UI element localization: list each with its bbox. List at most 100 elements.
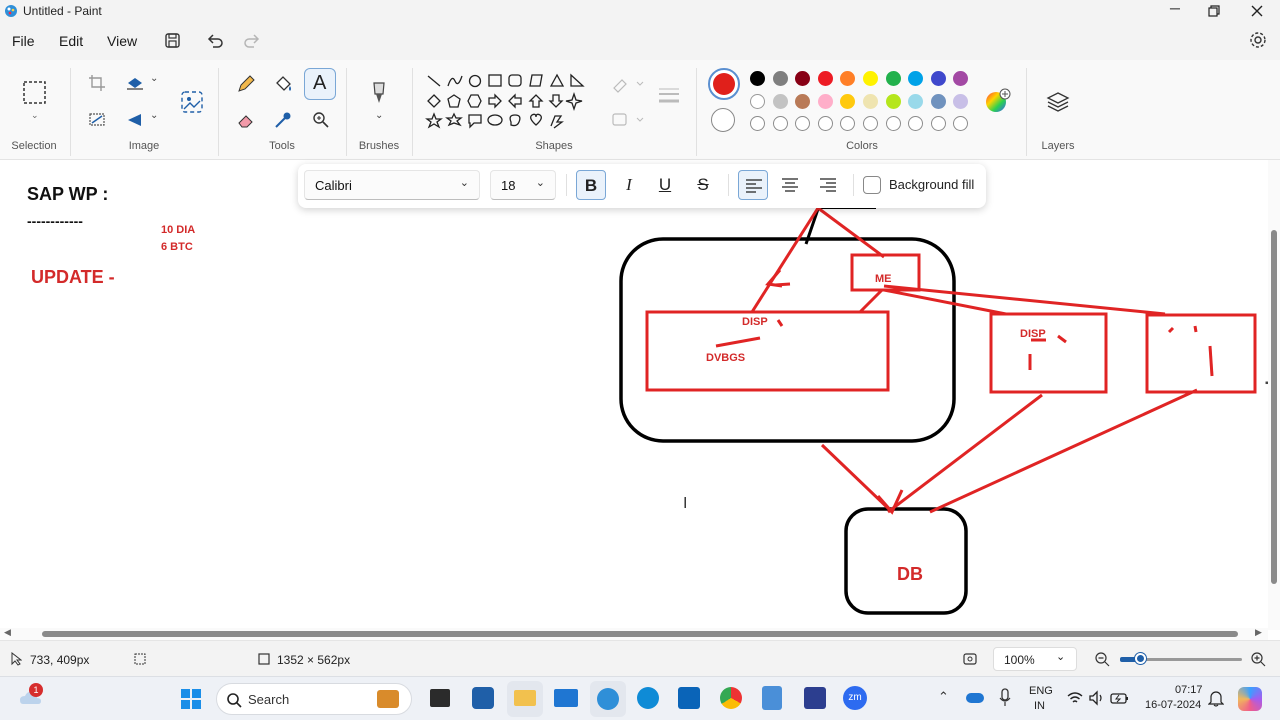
clock-date[interactable]: 16-07-2024 bbox=[1145, 699, 1201, 711]
selection-rectangle-icon[interactable] bbox=[22, 80, 48, 106]
menu-file[interactable]: File bbox=[12, 33, 35, 49]
color-swatch[interactable] bbox=[908, 71, 924, 86]
settings-gear-icon[interactable] bbox=[1249, 31, 1267, 49]
wifi-icon[interactable] bbox=[1066, 690, 1084, 706]
font-size-select[interactable]: 18 ⌄ bbox=[490, 170, 556, 200]
align-right-button[interactable] bbox=[813, 170, 843, 200]
image-insert-icon[interactable] bbox=[180, 90, 204, 114]
color-swatch[interactable] bbox=[930, 71, 946, 86]
menu-view[interactable]: View bbox=[107, 33, 137, 49]
pencil-icon[interactable] bbox=[236, 74, 256, 94]
mail-icon[interactable] bbox=[554, 689, 578, 707]
color-swatch[interactable] bbox=[750, 93, 765, 109]
color-swatch[interactable] bbox=[772, 116, 788, 131]
close-button[interactable] bbox=[1250, 4, 1264, 18]
restore-button[interactable] bbox=[1207, 4, 1221, 18]
copilot-icon[interactable] bbox=[1238, 687, 1262, 711]
shapes-gallery[interactable] bbox=[424, 72, 604, 130]
align-left-button[interactable] bbox=[738, 170, 768, 200]
color-swatch[interactable] bbox=[817, 71, 833, 86]
eraser-icon[interactable] bbox=[236, 110, 256, 130]
background-fill-checkbox[interactable] bbox=[863, 176, 881, 194]
onedrive-icon[interactable] bbox=[966, 693, 984, 703]
scroll-right-arrow-icon[interactable]: ▶ bbox=[1255, 627, 1262, 638]
color-swatch[interactable] bbox=[885, 71, 901, 86]
taskbar-search-box[interactable]: Search bbox=[216, 683, 412, 715]
fill-bucket-icon[interactable] bbox=[273, 74, 293, 94]
bold-button[interactable]: B bbox=[576, 170, 606, 200]
italic-button[interactable]: I bbox=[614, 170, 644, 200]
resize-icon[interactable] bbox=[126, 74, 144, 92]
select-transparent-icon[interactable] bbox=[88, 111, 106, 129]
language-region[interactable]: IN bbox=[1034, 700, 1045, 712]
color-swatch[interactable] bbox=[750, 116, 765, 131]
layers-icon[interactable] bbox=[1046, 90, 1070, 114]
underline-button[interactable]: U bbox=[650, 170, 680, 200]
fit-to-window-icon[interactable] bbox=[962, 651, 978, 667]
align-center-button[interactable] bbox=[775, 170, 805, 200]
font-family-select[interactable]: Calibri ⌄ bbox=[304, 170, 480, 200]
windows-start-icon[interactable] bbox=[180, 688, 202, 710]
vertical-scrollbar[interactable] bbox=[1268, 160, 1280, 630]
undo-icon[interactable] bbox=[206, 32, 224, 50]
zoom-in-icon[interactable] bbox=[1250, 651, 1266, 667]
store-app-icon[interactable] bbox=[472, 687, 494, 709]
color-swatch[interactable] bbox=[863, 93, 878, 109]
color-swatch[interactable] bbox=[953, 116, 969, 131]
magnifier-icon[interactable] bbox=[311, 110, 331, 130]
selection-chevron-icon[interactable]: ⌄ bbox=[31, 110, 39, 121]
show-hidden-icons-icon[interactable]: ⌃ bbox=[938, 689, 949, 705]
color-swatch[interactable] bbox=[953, 93, 969, 109]
notepad-icon[interactable] bbox=[762, 686, 782, 710]
secondary-color-swatch[interactable] bbox=[711, 108, 735, 132]
drawing-canvas[interactable]: SAP WP : ------------ 10 DIA 6 BTC UPDAT… bbox=[0, 160, 1268, 628]
scroll-left-arrow-icon[interactable]: ◀ bbox=[4, 627, 11, 638]
color-swatch[interactable] bbox=[772, 93, 788, 109]
notification-bell-icon[interactable] bbox=[1208, 689, 1224, 707]
color-swatch[interactable] bbox=[750, 71, 765, 86]
horizontal-scroll-thumb[interactable] bbox=[42, 631, 1238, 637]
menu-edit[interactable]: Edit bbox=[59, 33, 83, 49]
remote-desktop-icon[interactable] bbox=[804, 687, 826, 709]
resize-chevron-icon[interactable]: ⌄ bbox=[150, 73, 158, 84]
primary-color-ring[interactable] bbox=[708, 68, 740, 100]
horizontal-scrollbar[interactable]: ◀ ▶ bbox=[0, 627, 1268, 640]
color-swatch[interactable] bbox=[930, 93, 946, 109]
rotate-icon[interactable] bbox=[126, 111, 144, 129]
color-swatch[interactable] bbox=[885, 93, 901, 109]
color-swatch[interactable] bbox=[840, 93, 856, 109]
color-swatch[interactable] bbox=[863, 71, 878, 86]
strikethrough-button[interactable]: S bbox=[688, 170, 718, 200]
paint-taskbar-button[interactable] bbox=[590, 681, 626, 717]
clock-time[interactable]: 07:17 bbox=[1175, 684, 1203, 696]
color-picker-icon[interactable] bbox=[273, 110, 293, 130]
save-icon[interactable] bbox=[164, 32, 182, 50]
rotate-chevron-icon[interactable]: ⌄ bbox=[150, 110, 158, 121]
color-swatch[interactable] bbox=[817, 93, 833, 109]
brush-icon[interactable] bbox=[368, 80, 390, 106]
vertical-scroll-thumb[interactable] bbox=[1271, 230, 1277, 584]
color-swatch[interactable] bbox=[953, 71, 969, 86]
color-swatch[interactable] bbox=[795, 93, 811, 109]
speaker-icon[interactable] bbox=[1088, 690, 1106, 706]
zoom-out-icon[interactable] bbox=[1094, 651, 1110, 667]
line-size-icon[interactable] bbox=[656, 84, 682, 110]
edit-colors-icon[interactable] bbox=[984, 88, 1012, 116]
file-explorer-taskbar-button[interactable] bbox=[507, 681, 543, 717]
language-code[interactable]: ENG bbox=[1029, 685, 1053, 697]
color-swatch[interactable] bbox=[930, 116, 946, 131]
color-swatch[interactable] bbox=[863, 116, 878, 131]
color-swatch[interactable] bbox=[908, 116, 924, 131]
outline-fill-options[interactable] bbox=[610, 74, 644, 136]
color-swatch[interactable] bbox=[885, 116, 901, 131]
crop-icon[interactable] bbox=[88, 74, 106, 92]
zoom-select[interactable]: 100% ⌄ bbox=[993, 647, 1077, 671]
task-view-icon[interactable] bbox=[430, 689, 450, 707]
brushes-chevron-icon[interactable]: ⌄ bbox=[375, 110, 383, 121]
zoom-app-icon[interactable]: zm bbox=[843, 686, 867, 710]
battery-icon[interactable] bbox=[1110, 690, 1130, 706]
color-swatch[interactable] bbox=[840, 71, 856, 86]
microphone-icon[interactable] bbox=[998, 688, 1012, 708]
zoom-slider-thumb[interactable] bbox=[1135, 653, 1146, 664]
color-swatch[interactable] bbox=[908, 93, 924, 109]
